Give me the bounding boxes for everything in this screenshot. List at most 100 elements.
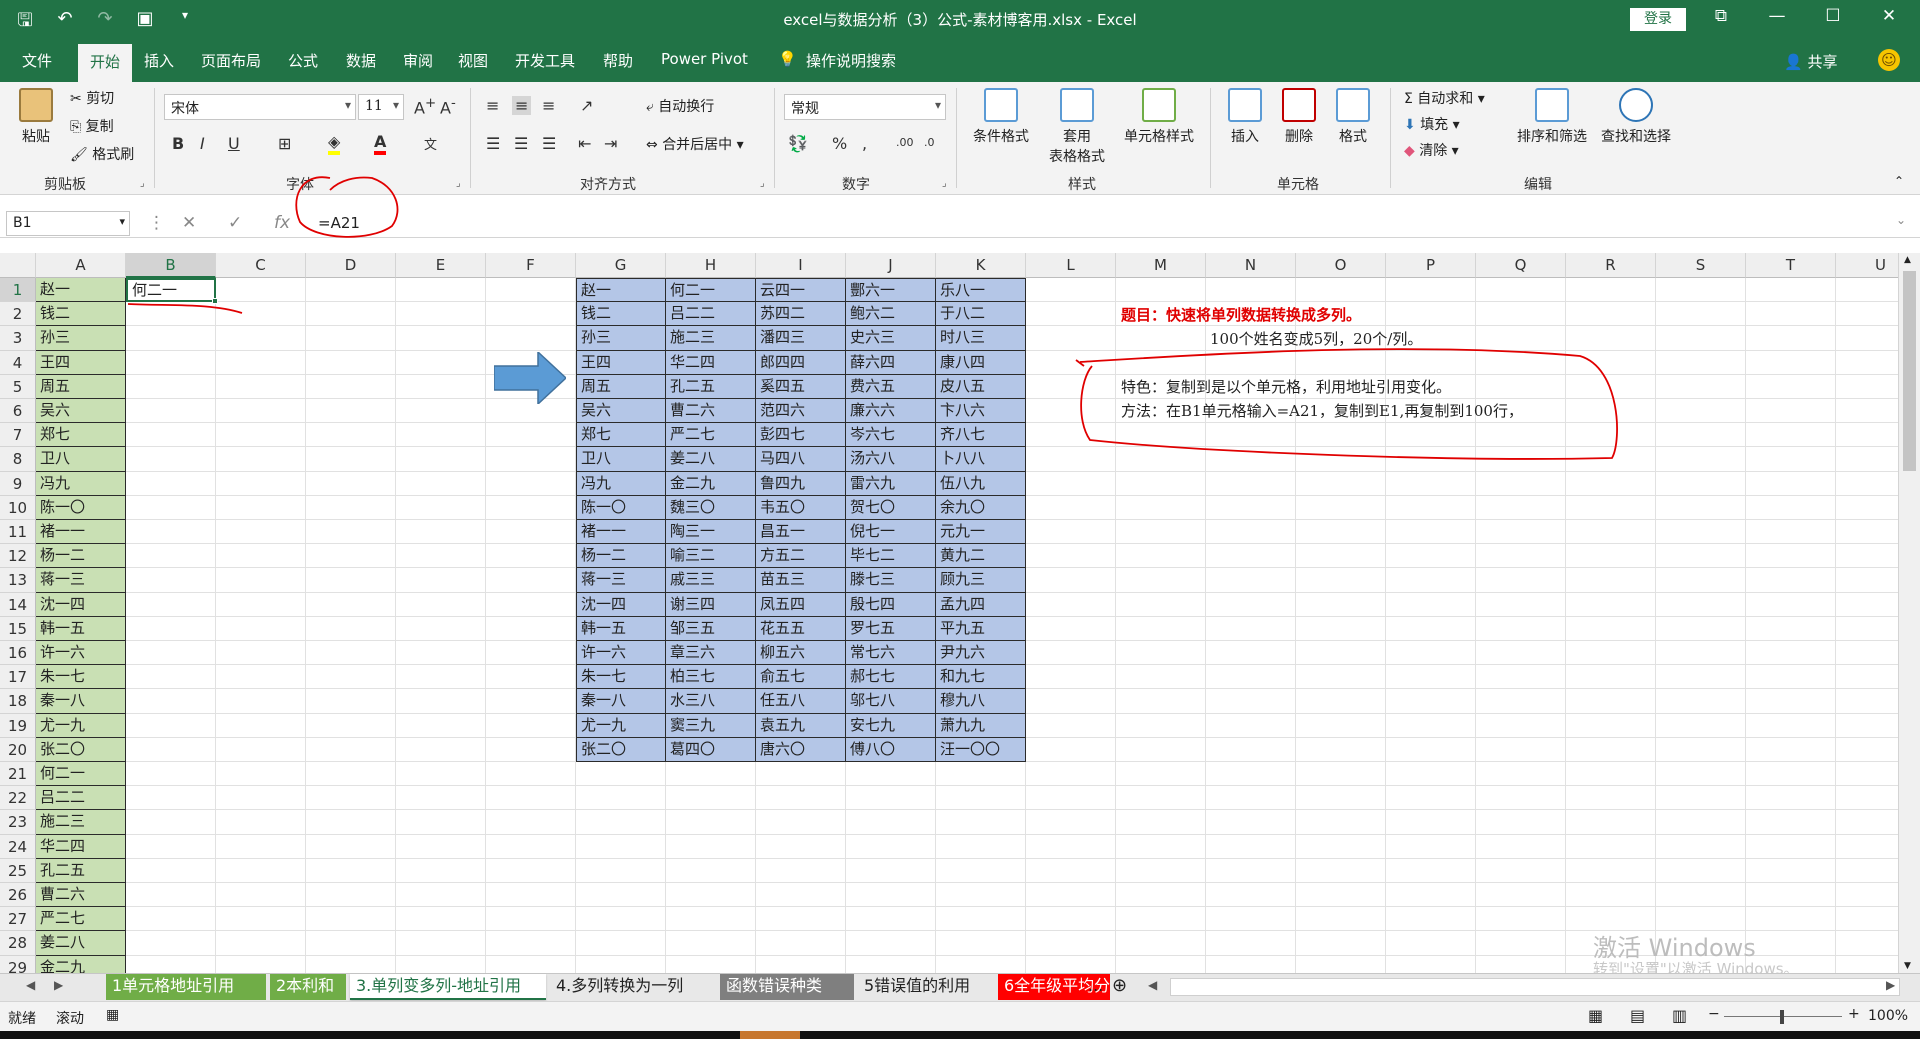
cell-h17[interactable]: 柏三七	[666, 665, 756, 690]
row-header-25[interactable]: 25	[0, 858, 36, 883]
clear-button[interactable]: ◆ 清除 ▾	[1404, 140, 1459, 160]
cell-a17[interactable]: 朱一七	[36, 665, 126, 690]
cell-g16[interactable]: 许一六	[576, 641, 666, 666]
row-header-22[interactable]: 22	[0, 786, 36, 811]
cell-styles-button[interactable]: 单元格样式	[1118, 88, 1200, 146]
cell-a1[interactable]: 赵一	[36, 278, 126, 303]
cell-g18[interactable]: 秦一八	[576, 689, 666, 714]
row-header-10[interactable]: 10	[0, 495, 36, 520]
row-header-14[interactable]: 14	[0, 592, 36, 617]
cell-a9[interactable]: 冯九	[36, 471, 126, 496]
cell-a2[interactable]: 钱二	[36, 302, 126, 327]
maximize-icon[interactable]: ☐	[1818, 6, 1848, 26]
cell-k12[interactable]: 黄九二	[936, 544, 1026, 569]
cell-g13[interactable]: 蒋一三	[576, 568, 666, 593]
cell-g5[interactable]: 周五	[576, 374, 666, 399]
cell-k3[interactable]: 时八三	[936, 326, 1026, 351]
cell-i2[interactable]: 苏四二	[756, 302, 846, 327]
cell-k1[interactable]: 乐八一	[936, 278, 1026, 303]
row-header-3[interactable]: 3	[0, 326, 36, 351]
row-header-19[interactable]: 19	[0, 713, 36, 738]
cell-k13[interactable]: 顾九三	[936, 568, 1026, 593]
column-header-l[interactable]: L	[1026, 253, 1116, 278]
cell-k18[interactable]: 穆九八	[936, 689, 1026, 714]
cell-i11[interactable]: 昌五一	[756, 520, 846, 545]
tab-review[interactable]: 审阅	[403, 50, 433, 71]
cell-k14[interactable]: 孟九四	[936, 592, 1026, 617]
tab-view[interactable]: 视图	[458, 50, 488, 71]
cell-j11[interactable]: 倪七一	[846, 520, 936, 545]
cell-j3[interactable]: 史六三	[846, 326, 936, 351]
tab-power-pivot[interactable]: Power Pivot	[661, 50, 748, 68]
row-header-17[interactable]: 17	[0, 665, 36, 690]
column-header-q[interactable]: Q	[1476, 253, 1566, 278]
cell-k11[interactable]: 元九一	[936, 520, 1026, 545]
column-header-p[interactable]: P	[1386, 253, 1476, 278]
cell-h14[interactable]: 谢三四	[666, 592, 756, 617]
font-size-combo[interactable]: 11	[358, 94, 404, 120]
login-button[interactable]: 登录	[1630, 8, 1686, 31]
shrink-font-icon[interactable]: A-	[440, 96, 456, 117]
cell-j1[interactable]: 酆六一	[846, 278, 936, 303]
conditional-formatting-button[interactable]: 条件格式	[966, 88, 1036, 146]
fill-handle[interactable]	[212, 298, 218, 305]
cell-j15[interactable]: 罗七五	[846, 616, 936, 641]
cell-a8[interactable]: 卫八	[36, 447, 126, 472]
prev-sheet-icon[interactable]: ◀	[26, 978, 35, 992]
cell-g4[interactable]: 王四	[576, 350, 666, 375]
cell-k7[interactable]: 齐八七	[936, 423, 1026, 448]
hscroll-right-icon[interactable]: ▶	[1886, 978, 1895, 992]
column-header-g[interactable]: G	[576, 253, 666, 278]
column-header-a[interactable]: A	[36, 253, 126, 278]
feedback-smiley-icon[interactable]: ☺	[1878, 49, 1900, 71]
cell-h19[interactable]: 窦三九	[666, 713, 756, 738]
cell-i15[interactable]: 花五五	[756, 616, 846, 641]
tab-page-layout[interactable]: 页面布局	[201, 50, 261, 71]
cell-i14[interactable]: 凤五四	[756, 592, 846, 617]
font-name-combo[interactable]: 宋体	[164, 94, 356, 120]
cell-g14[interactable]: 沈一四	[576, 592, 666, 617]
collapse-ribbon-icon[interactable]: ⌃	[1894, 174, 1904, 188]
cell-g10[interactable]: 陈一〇	[576, 495, 666, 520]
format-cells-button[interactable]: 格式	[1328, 88, 1378, 146]
find-select-button[interactable]: 查找和选择	[1596, 88, 1676, 146]
row-header-18[interactable]: 18	[0, 689, 36, 714]
column-header-s[interactable]: S	[1656, 253, 1746, 278]
cell-g12[interactable]: 杨一二	[576, 544, 666, 569]
row-header-20[interactable]: 20	[0, 737, 36, 762]
column-header-k[interactable]: K	[936, 253, 1026, 278]
decrease-indent-icon[interactable]: ⇤	[578, 134, 591, 153]
ribbon-display-icon[interactable]: ⧉	[1706, 6, 1736, 26]
zoom-level[interactable]: 100%	[1868, 1008, 1908, 1024]
cell-g8[interactable]: 卫八	[576, 447, 666, 472]
wrap-text-button[interactable]: ⤶ 自动换行	[646, 96, 714, 116]
row-header-15[interactable]: 15	[0, 616, 36, 641]
cell-a11[interactable]: 褚一一	[36, 520, 126, 545]
cell-g3[interactable]: 孙三	[576, 326, 666, 351]
tab-home[interactable]: 开始	[78, 44, 133, 82]
row-header-27[interactable]: 27	[0, 907, 36, 932]
column-header-i[interactable]: I	[756, 253, 846, 278]
cell-a3[interactable]: 孙三	[36, 326, 126, 351]
formula-input[interactable]: =A21	[314, 211, 1894, 236]
cell-i13[interactable]: 苗五三	[756, 568, 846, 593]
worksheet-grid[interactable]: A B C D E F G H I J K L M N O P Q R S T U 1 赵一 赵一 何二一 云四一 酆六一 乐八一 2 钱…	[0, 253, 1900, 973]
decrease-decimal-icon[interactable]: .0	[924, 136, 935, 149]
cell-k5[interactable]: 皮八五	[936, 374, 1026, 399]
cell-g15[interactable]: 韩一五	[576, 616, 666, 641]
close-icon[interactable]: ✕	[1874, 6, 1904, 26]
comma-icon[interactable]: ,	[862, 134, 867, 153]
tell-me-search[interactable]: 操作说明搜索	[806, 50, 896, 71]
column-header-r[interactable]: R	[1566, 253, 1656, 278]
cell-g19[interactable]: 尤一九	[576, 713, 666, 738]
column-header-f[interactable]: F	[486, 253, 576, 278]
page-layout-view-icon[interactable]: ▤	[1630, 1006, 1645, 1025]
cell-b1-active[interactable]: 何二一	[126, 278, 216, 303]
cell-k8[interactable]: 卜八八	[936, 447, 1026, 472]
cell-i6[interactable]: 范四六	[756, 399, 846, 424]
row-header-11[interactable]: 11	[0, 520, 36, 545]
cell-i1[interactable]: 云四一	[756, 278, 846, 303]
scroll-down-icon[interactable]: ▼	[1904, 961, 1911, 971]
column-header-b[interactable]: B	[126, 253, 216, 278]
column-header-n[interactable]: N	[1206, 253, 1296, 278]
